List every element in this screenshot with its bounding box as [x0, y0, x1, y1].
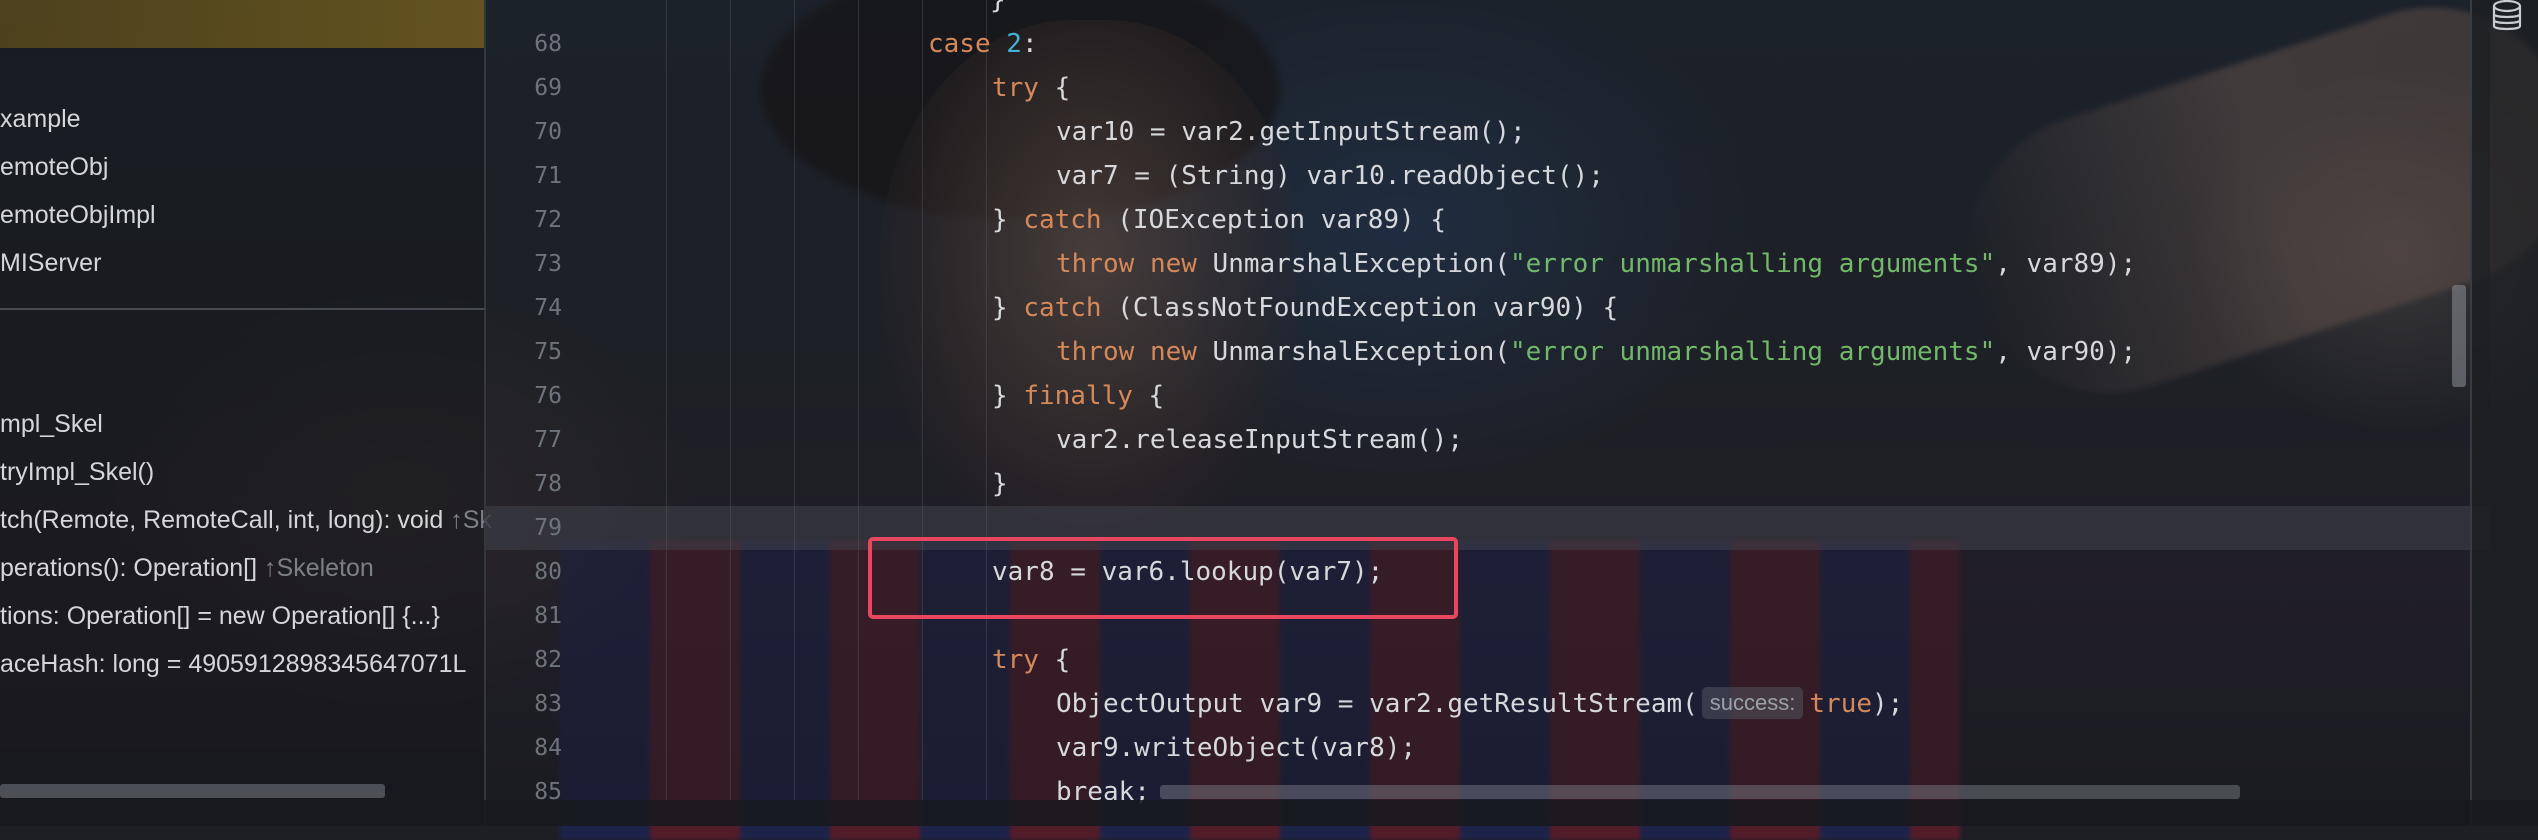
code-line-69: try { — [992, 73, 1071, 103]
tree-item-label: xample — [0, 105, 81, 133]
code-line-77: var2.releaseInputStream(); — [1056, 425, 1463, 455]
line-number: 75 — [534, 339, 562, 365]
line-number: 73 — [534, 251, 562, 277]
annotation-highlight-box — [868, 537, 1458, 619]
line-number: 77 — [534, 427, 562, 453]
override-hint: ↑Skeleton — [264, 554, 374, 582]
right-tool-strip — [2470, 0, 2538, 826]
code-line-76: } finally { — [992, 381, 1165, 411]
indent-guide — [922, 0, 923, 800]
structure-item-label: tryImpl_Skel() — [0, 458, 155, 486]
structure-item-label: mpl_Skel — [0, 410, 103, 438]
line-number: 71 — [534, 163, 562, 189]
tree-item-label: emoteObjImpl — [0, 201, 156, 229]
parameter-hint: success: — [1701, 687, 1804, 719]
line-number: 81 — [534, 603, 562, 629]
line-number: 69 — [534, 75, 562, 101]
tree-item-label: emoteObj — [0, 153, 109, 181]
code-line-72: } catch (IOException var89) { — [992, 205, 1446, 235]
code-line-82: try { — [992, 645, 1071, 675]
line-number: 80 — [534, 559, 562, 585]
line-number: 72 — [534, 207, 562, 233]
structure-item-interfacehash-field[interactable]: aceHash: long = 4905912898345647071L — [0, 649, 466, 679]
structure-item-operations-field[interactable]: tions: Operation[] = new Operation[] {..… — [0, 601, 440, 631]
project-panel: xample emoteObj emoteObjImpl MIServer mp… — [0, 0, 492, 826]
line-number: 84 — [534, 735, 562, 761]
editor-vertical-scrollbar[interactable] — [2452, 285, 2466, 387]
code-line-75: throw new UnmarshalException("error unma… — [1056, 337, 2137, 367]
indent-guide — [858, 0, 859, 800]
code-line-71: var7 = (String) var10.readObject(); — [1056, 161, 1604, 191]
line-number-gutter: 68 69 70 71 72 73 74 75 76 77 78 79 80 8… — [486, 0, 596, 805]
structure-item-label: tch(Remote, RemoteCall, int, long): void — [0, 506, 444, 534]
line-number: 83 — [534, 691, 562, 717]
structure-item-label: tions: Operation[] = new Operation[] {..… — [0, 602, 440, 630]
code-line-84: var9.writeObject(var8); — [1056, 733, 1417, 763]
code-line-74: } catch (ClassNotFoundException var90) { — [992, 293, 1619, 323]
indent-guide — [730, 0, 731, 800]
indent-guide — [666, 0, 667, 800]
line-number: 79 — [534, 515, 562, 541]
tree-item-label: MIServer — [0, 249, 102, 277]
current-line-highlight — [486, 506, 2490, 550]
code-line-78: } — [992, 469, 1008, 499]
structure-item-label: perations(): Operation[] — [0, 554, 258, 582]
structure-item-label: aceHash: long = 4905912898345647071L — [0, 650, 467, 678]
code-line-83: ObjectOutput var9 = var2.getResultStream… — [1056, 687, 1904, 719]
code-editor[interactable]: 68 69 70 71 72 73 74 75 76 77 78 79 80 8… — [486, 0, 2490, 807]
database-icon[interactable] — [2490, 0, 2524, 36]
structure-item-dispatch[interactable]: tch(Remote, RemoteCall, int, long): void… — [0, 505, 492, 535]
line-number: 76 — [534, 383, 562, 409]
line-number: 70 — [534, 119, 562, 145]
project-panel-scrollbar[interactable] — [0, 784, 385, 798]
tree-item-example[interactable]: xample — [0, 104, 81, 134]
structure-item-getoperations[interactable]: perations(): Operation[] ↑Skeleton — [0, 553, 374, 583]
indent-guide — [986, 0, 987, 800]
code-line-67: } — [990, 0, 1006, 15]
tree-item-remoteobjimpl[interactable]: emoteObjImpl — [0, 200, 156, 230]
line-number: 74 — [534, 295, 562, 321]
structure-item-skel-class[interactable]: mpl_Skel — [0, 409, 103, 439]
indent-guide — [794, 0, 795, 800]
selected-tree-row[interactable] — [0, 0, 484, 48]
tree-item-rmiserver[interactable]: MIServer — [0, 248, 101, 278]
line-number: 82 — [534, 647, 562, 673]
code-line-68: case 2: — [928, 29, 1038, 59]
line-number: 78 — [534, 471, 562, 497]
bottom-bar — [0, 800, 2538, 826]
code-line-70: var10 = var2.getInputStream(); — [1056, 117, 1526, 147]
tree-item-remoteobj[interactable]: emoteObj — [0, 152, 108, 182]
editor-horizontal-scrollbar[interactable] — [1160, 785, 2240, 799]
code-line-73: throw new UnmarshalException("error unma… — [1056, 249, 2137, 279]
panel-divider — [0, 308, 486, 310]
line-number: 68 — [534, 31, 562, 57]
structure-item-constructor[interactable]: tryImpl_Skel() — [0, 457, 154, 487]
